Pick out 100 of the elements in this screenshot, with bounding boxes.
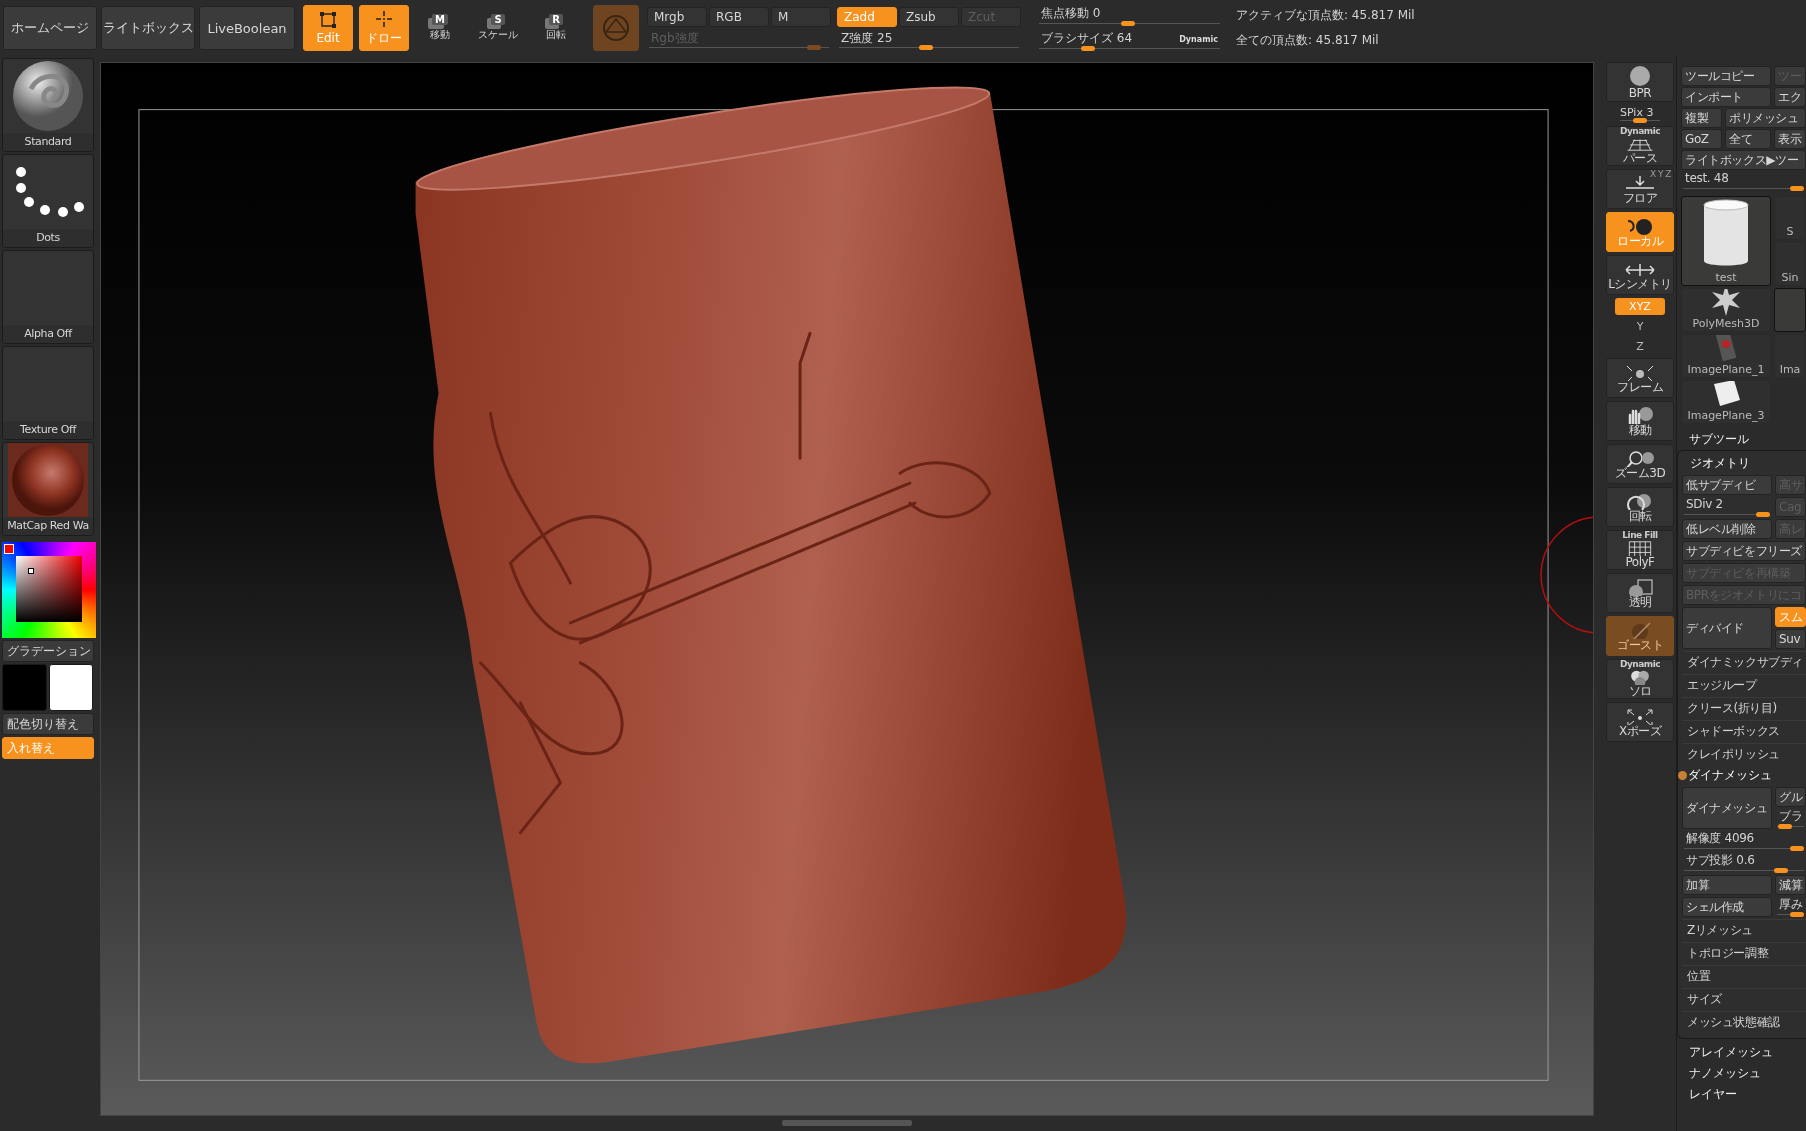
panel-button[interactable]: 加算 <box>1682 875 1772 895</box>
slider[interactable]: test. 48 <box>1681 171 1806 191</box>
view-button[interactable]: Line Fill PolyF <box>1606 530 1674 570</box>
section-title[interactable]: レイヤー <box>1681 1084 1806 1104</box>
slider[interactable]: SDiv 2 <box>1682 497 1772 517</box>
view-button[interactable]: Xポーズ <box>1606 702 1674 742</box>
transform-button[interactable]: M 移動 <box>413 5 467 51</box>
slider[interactable]: 焦点移動 0 <box>1037 5 1222 26</box>
slider[interactable]: ブラシサイズ 64 Dynamic <box>1037 30 1222 51</box>
tool-thumbnail[interactable]: ImagePlane_1 <box>1681 334 1771 378</box>
tool-thumbnail[interactable]: S <box>1774 196 1806 240</box>
slider[interactable]: 厚み <box>1775 897 1806 917</box>
slider-thumb[interactable] <box>1120 21 1135 26</box>
slider[interactable]: ブラ <box>1775 809 1806 829</box>
panel-button[interactable]: GoZ <box>1681 129 1722 149</box>
slider-thumb[interactable] <box>1774 868 1789 873</box>
view-button[interactable]: Dynamic ソロ <box>1606 659 1674 699</box>
panel-button[interactable]: 複製 <box>1681 108 1722 128</box>
material-tile[interactable]: MatCap Red Wa <box>2 442 94 536</box>
channel-button[interactable]: Mrgb <box>647 6 707 27</box>
axis-button[interactable]: Z <box>1628 338 1652 355</box>
color-swatch[interactable] <box>48 664 93 711</box>
tool-thumbnail[interactable]: Sin <box>1774 242 1806 286</box>
slider-thumb[interactable] <box>918 44 933 50</box>
menu-item[interactable]: エッジループ <box>1682 674 1806 695</box>
channel-button[interactable]: RGB <box>709 6 769 27</box>
panel-button[interactable]: 全て <box>1725 129 1771 149</box>
transform-button[interactable]: S スケール <box>471 5 525 51</box>
gradient-button[interactable]: グラデーション <box>2 640 94 662</box>
slider-thumb[interactable] <box>1633 118 1647 123</box>
tool-thumbnail[interactable]: PolyMesh3D <box>1681 288 1771 332</box>
nav-button[interactable]: LiveBoolean <box>199 6 295 50</box>
view-button[interactable]: ズーム3D <box>1606 444 1674 484</box>
menu-item[interactable]: メッシュ状態確認 <box>1682 1011 1806 1032</box>
panel-button[interactable]: エク <box>1774 87 1806 107</box>
slider-thumb[interactable] <box>1756 512 1770 517</box>
section-title[interactable]: サブツール <box>1681 429 1806 449</box>
tool-thumbnail[interactable] <box>1774 288 1806 332</box>
panel-button[interactable]: インポート <box>1681 87 1771 107</box>
slider-thumb[interactable] <box>1790 846 1804 851</box>
slider[interactable]: SPix 3 <box>1618 105 1662 123</box>
stroke-tile[interactable]: Dots <box>2 154 94 248</box>
menu-item[interactable]: シャドーボックス <box>1682 720 1806 741</box>
view-button[interactable]: X Y Z フロア <box>1606 169 1674 209</box>
slider-thumb[interactable] <box>1080 46 1095 51</box>
panel-button[interactable]: 低サブディビ <box>1682 475 1772 495</box>
section-title[interactable]: アレイメッシュ <box>1681 1042 1806 1062</box>
view-button[interactable]: Dynamic パース <box>1606 126 1674 166</box>
slider-thumb[interactable] <box>1790 912 1804 917</box>
alpha-tile[interactable]: Alpha Off <box>2 250 94 344</box>
menu-item[interactable]: トポロジー調整 <box>1682 942 1806 963</box>
canvas-scroll-handle[interactable] <box>782 1120 912 1126</box>
tool-thumbnail[interactable]: ImagePlane_3 <box>1681 380 1771 424</box>
magnifier-icon <box>1624 448 1656 467</box>
section-title[interactable]: ナノメッシュ <box>1681 1063 1806 1083</box>
panel-button[interactable]: ダイナメッシュ <box>1682 787 1772 829</box>
panel-button[interactable]: Suv <box>1775 629 1806 649</box>
menu-item[interactable]: ダイナミックサブディ <box>1682 651 1806 672</box>
panel-button[interactable]: 低レベル削除 <box>1682 519 1772 539</box>
view-button[interactable]: フレーム <box>1606 358 1674 398</box>
menu-item[interactable]: 位置 <box>1682 965 1806 986</box>
slider[interactable]: Z強度 25 <box>837 29 1021 50</box>
panel-button[interactable]: 表示 <box>1774 129 1806 149</box>
panel-button[interactable]: ポリメッシュ <box>1725 108 1806 128</box>
section-title[interactable]: ダイナメッシュ <box>1688 767 1772 784</box>
axis-button[interactable]: Y <box>1628 318 1652 335</box>
bpr-button[interactable]: BPR <box>1606 62 1674 102</box>
slider-thumb[interactable] <box>1778 824 1793 829</box>
texture-tile[interactable]: Texture Off <box>2 346 94 440</box>
panel-button[interactable]: ライトボックス▶ツー <box>1681 150 1806 170</box>
nav-button[interactable]: ライトボックス <box>101 6 195 50</box>
dynamic-label: Dynamic <box>1179 34 1218 46</box>
panel-button[interactable]: グル <box>1775 787 1806 807</box>
transform-button[interactable]: R 回転 <box>529 5 583 51</box>
menu-item[interactable]: クリース(折り目) <box>1682 697 1806 718</box>
view-button[interactable]: 回転 <box>1606 487 1674 527</box>
color-picker[interactable] <box>2 542 96 638</box>
menu-item[interactable]: サイズ <box>1682 988 1806 1009</box>
tool-thumbnail[interactable]: test <box>1681 196 1771 286</box>
panel-button[interactable]: サブディビをフリーズ <box>1682 541 1806 561</box>
color-button[interactable]: 配色切り替え <box>2 713 94 735</box>
view-button[interactable]: 透明 <box>1606 573 1674 613</box>
panel-button[interactable]: 減算 <box>1775 875 1806 895</box>
brush-tile[interactable]: Standard <box>2 58 94 152</box>
channel-button[interactable]: M <box>771 6 831 27</box>
section-title[interactable]: ジオメトリ <box>1682 453 1806 473</box>
slider[interactable]: 解像度 4096 <box>1682 831 1806 851</box>
channel-button[interactable]: Zsub <box>899 6 959 27</box>
panel-button[interactable]: ツールコピー <box>1681 66 1771 86</box>
slider-thumb[interactable] <box>1790 186 1804 191</box>
view-button[interactable]: 移動 <box>1606 401 1674 441</box>
panel-button[interactable]: ディバイド <box>1682 607 1772 649</box>
view-button[interactable]: Lシンメトリ <box>1606 255 1674 295</box>
menu-item[interactable]: Zリメッシュ <box>1682 919 1806 940</box>
color-swatch[interactable] <box>2 664 47 711</box>
tool-thumbnail[interactable]: Ima <box>1774 334 1806 378</box>
nav-button[interactable]: ホームページ <box>3 6 97 50</box>
panel-button[interactable]: シェル作成 <box>1682 897 1772 917</box>
slider[interactable]: サブ投影 0.6 <box>1682 853 1806 873</box>
menu-item[interactable]: クレイポリッシュ <box>1682 743 1806 764</box>
